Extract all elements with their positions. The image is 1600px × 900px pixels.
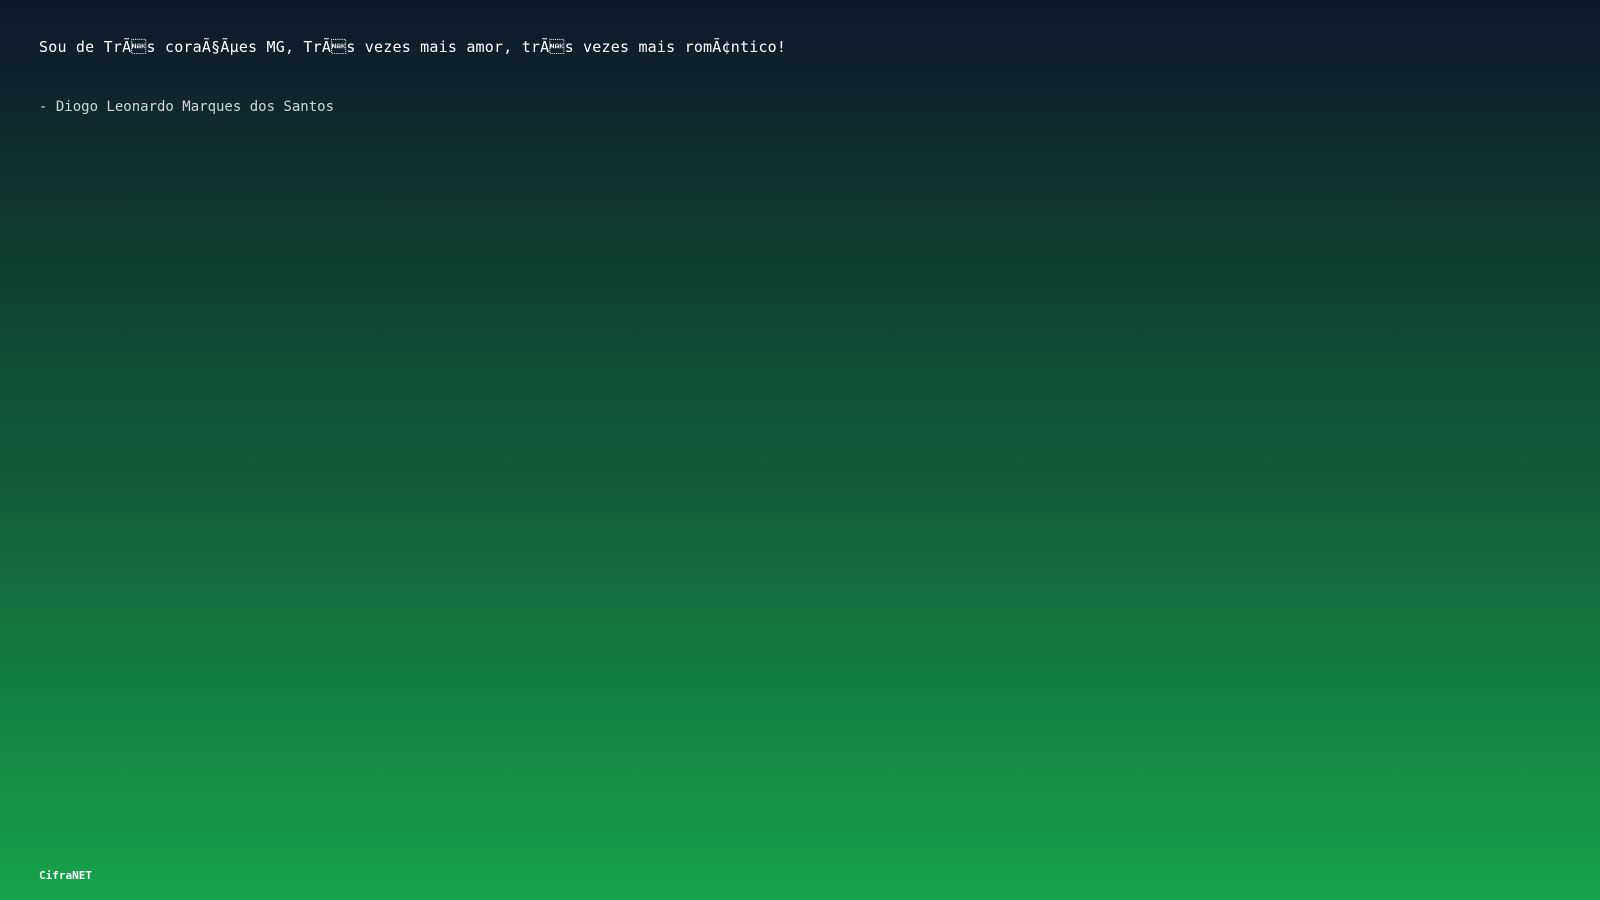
quote-author: - Diogo Leonardo Marques dos Santos	[39, 99, 335, 115]
quote-text: Sou de TrÃs coraÃ§Ãµes MG, TrÃs vezes …	[39, 38, 787, 56]
brand-label: CifraNET	[39, 869, 92, 882]
